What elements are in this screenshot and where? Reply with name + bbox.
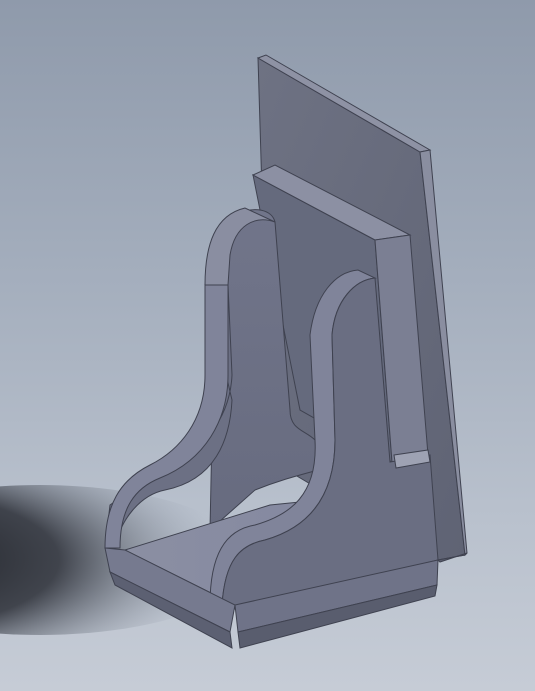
3d-model-render[interactable] (0, 0, 535, 691)
cad-viewport[interactable] (0, 0, 535, 691)
